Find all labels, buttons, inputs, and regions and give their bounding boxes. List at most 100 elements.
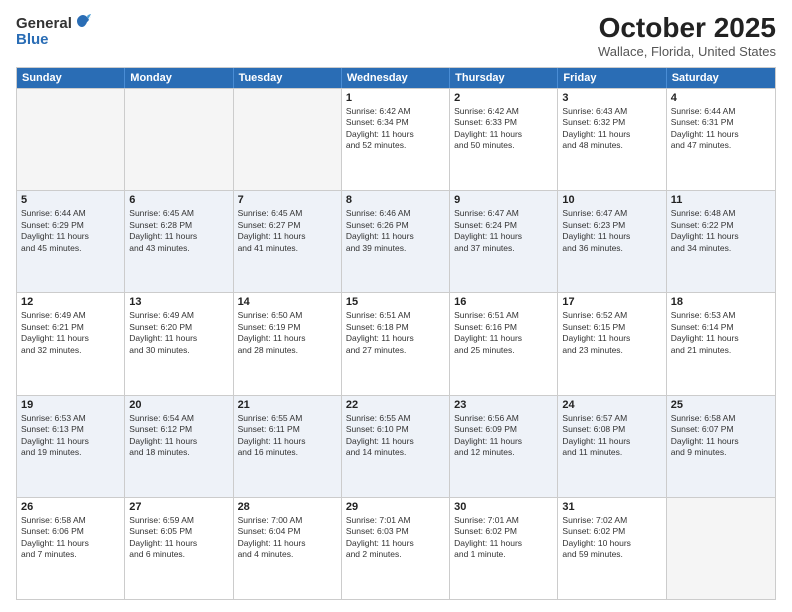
day-number: 9 [454, 194, 553, 206]
cell-text: Daylight: 11 hours [562, 436, 661, 447]
day-cell-7: 7Sunrise: 6:45 AMSunset: 6:27 PMDaylight… [234, 191, 342, 292]
cell-text: and 45 minutes. [21, 243, 120, 254]
header-day-thursday: Thursday [450, 68, 558, 88]
logo-bird-icon [74, 13, 92, 31]
cell-text: and 34 minutes. [671, 243, 771, 254]
day-cell-13: 13Sunrise: 6:49 AMSunset: 6:20 PMDayligh… [125, 293, 233, 394]
cell-text: Sunset: 6:26 PM [346, 220, 445, 231]
cell-text: Sunrise: 6:49 AM [21, 310, 120, 321]
cell-text: Sunrise: 6:46 AM [346, 208, 445, 219]
cell-text: Daylight: 11 hours [346, 231, 445, 242]
cell-text: Sunrise: 6:45 AM [129, 208, 228, 219]
header-day-friday: Friday [558, 68, 666, 88]
cell-text: Sunset: 6:24 PM [454, 220, 553, 231]
cell-text: and 41 minutes. [238, 243, 337, 254]
cell-text: Sunset: 6:03 PM [346, 526, 445, 537]
cell-text: Sunset: 6:27 PM [238, 220, 337, 231]
day-number: 19 [21, 399, 120, 411]
cell-text: Daylight: 11 hours [671, 333, 771, 344]
title-area: October 2025 Wallace, Florida, United St… [598, 12, 776, 59]
header-day-monday: Monday [125, 68, 233, 88]
cell-text: Sunrise: 6:55 AM [346, 413, 445, 424]
cell-text: and 48 minutes. [562, 140, 661, 151]
cell-text: Daylight: 11 hours [454, 129, 553, 140]
cell-text: Sunset: 6:23 PM [562, 220, 661, 231]
cell-text: Daylight: 11 hours [238, 333, 337, 344]
day-number: 21 [238, 399, 337, 411]
day-cell-28: 28Sunrise: 7:00 AMSunset: 6:04 PMDayligh… [234, 498, 342, 599]
cell-text: Daylight: 11 hours [671, 129, 771, 140]
cell-text: and 6 minutes. [129, 549, 228, 560]
day-number: 31 [562, 501, 661, 513]
cell-text: Sunset: 6:28 PM [129, 220, 228, 231]
header-day-saturday: Saturday [667, 68, 775, 88]
cell-text: and 19 minutes. [21, 447, 120, 458]
calendar: SundayMondayTuesdayWednesdayThursdayFrid… [16, 67, 776, 600]
cell-text: Sunset: 6:13 PM [21, 424, 120, 435]
day-number: 11 [671, 194, 771, 206]
empty-cell [17, 89, 125, 190]
cell-text: Sunset: 6:16 PM [454, 322, 553, 333]
cell-text: Sunset: 6:12 PM [129, 424, 228, 435]
cell-text: Daylight: 11 hours [21, 538, 120, 549]
cell-text: and 1 minute. [454, 549, 553, 560]
day-number: 5 [21, 194, 120, 206]
cell-text: Sunset: 6:20 PM [129, 322, 228, 333]
cell-text: Daylight: 11 hours [671, 231, 771, 242]
cell-text: Daylight: 11 hours [346, 129, 445, 140]
empty-cell [667, 498, 775, 599]
day-cell-20: 20Sunrise: 6:54 AMSunset: 6:12 PMDayligh… [125, 396, 233, 497]
cell-text: Sunrise: 6:42 AM [454, 106, 553, 117]
day-cell-9: 9Sunrise: 6:47 AMSunset: 6:24 PMDaylight… [450, 191, 558, 292]
cell-text: Sunset: 6:10 PM [346, 424, 445, 435]
day-cell-5: 5Sunrise: 6:44 AMSunset: 6:29 PMDaylight… [17, 191, 125, 292]
day-cell-29: 29Sunrise: 7:01 AMSunset: 6:03 PMDayligh… [342, 498, 450, 599]
day-number: 27 [129, 501, 228, 513]
day-number: 16 [454, 296, 553, 308]
cell-text: and 30 minutes. [129, 345, 228, 356]
cell-text: Sunset: 6:31 PM [671, 117, 771, 128]
cell-text: Sunset: 6:07 PM [671, 424, 771, 435]
day-cell-27: 27Sunrise: 6:59 AMSunset: 6:05 PMDayligh… [125, 498, 233, 599]
cell-text: Sunset: 6:15 PM [562, 322, 661, 333]
day-number: 24 [562, 399, 661, 411]
cell-text: Daylight: 11 hours [454, 436, 553, 447]
day-cell-3: 3Sunrise: 6:43 AMSunset: 6:32 PMDaylight… [558, 89, 666, 190]
cell-text: Sunrise: 6:44 AM [671, 106, 771, 117]
cell-text: Daylight: 11 hours [346, 333, 445, 344]
day-number: 7 [238, 194, 337, 206]
cell-text: Sunrise: 6:49 AM [129, 310, 228, 321]
page: General Blue October 2025 Wallace, Flori… [0, 0, 792, 612]
cell-text: Sunrise: 6:47 AM [454, 208, 553, 219]
cell-text: Sunrise: 6:44 AM [21, 208, 120, 219]
cell-text: Sunset: 6:21 PM [21, 322, 120, 333]
cell-text: and 18 minutes. [129, 447, 228, 458]
cell-text: Daylight: 11 hours [562, 231, 661, 242]
day-cell-31: 31Sunrise: 7:02 AMSunset: 6:02 PMDayligh… [558, 498, 666, 599]
day-cell-30: 30Sunrise: 7:01 AMSunset: 6:02 PMDayligh… [450, 498, 558, 599]
cell-text: Daylight: 11 hours [238, 436, 337, 447]
calendar-row-2: 12Sunrise: 6:49 AMSunset: 6:21 PMDayligh… [17, 292, 775, 394]
cell-text: Sunset: 6:04 PM [238, 526, 337, 537]
day-cell-18: 18Sunrise: 6:53 AMSunset: 6:14 PMDayligh… [667, 293, 775, 394]
day-number: 30 [454, 501, 553, 513]
header-day-tuesday: Tuesday [234, 68, 342, 88]
day-cell-12: 12Sunrise: 6:49 AMSunset: 6:21 PMDayligh… [17, 293, 125, 394]
day-cell-19: 19Sunrise: 6:53 AMSunset: 6:13 PMDayligh… [17, 396, 125, 497]
calendar-body: 1Sunrise: 6:42 AMSunset: 6:34 PMDaylight… [17, 88, 775, 599]
cell-text: Sunrise: 6:43 AM [562, 106, 661, 117]
day-number: 2 [454, 92, 553, 104]
cell-text: Daylight: 11 hours [454, 333, 553, 344]
cell-text: Sunset: 6:06 PM [21, 526, 120, 537]
cell-text: Daylight: 11 hours [671, 436, 771, 447]
cell-text: Sunset: 6:09 PM [454, 424, 553, 435]
day-cell-16: 16Sunrise: 6:51 AMSunset: 6:16 PMDayligh… [450, 293, 558, 394]
cell-text: Daylight: 11 hours [346, 436, 445, 447]
cell-text: Sunset: 6:32 PM [562, 117, 661, 128]
cell-text: and 9 minutes. [671, 447, 771, 458]
day-cell-14: 14Sunrise: 6:50 AMSunset: 6:19 PMDayligh… [234, 293, 342, 394]
cell-text: Daylight: 10 hours [562, 538, 661, 549]
cell-text: Sunset: 6:02 PM [562, 526, 661, 537]
day-cell-21: 21Sunrise: 6:55 AMSunset: 6:11 PMDayligh… [234, 396, 342, 497]
cell-text: Sunrise: 6:58 AM [21, 515, 120, 526]
